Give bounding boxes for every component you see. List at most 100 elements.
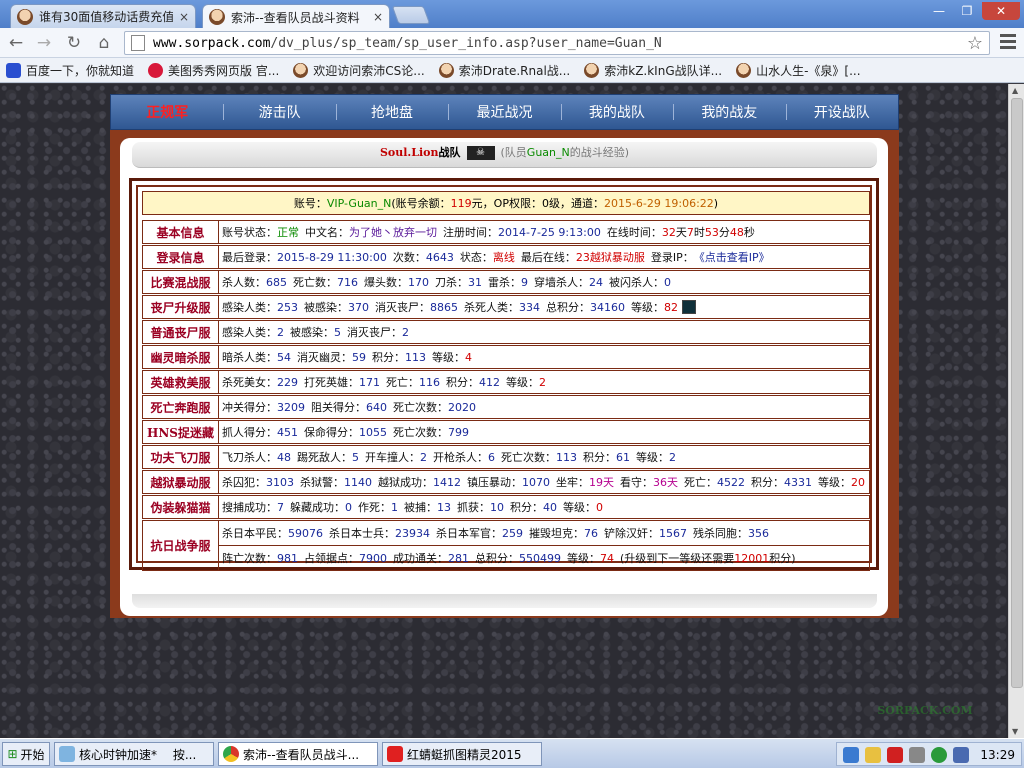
panel-footer	[132, 594, 877, 608]
network-icon[interactable]	[843, 747, 859, 763]
field-label: 杀囚犯：	[222, 476, 266, 489]
volume-icon[interactable]	[909, 747, 925, 763]
sub-post: 的战斗经验)	[569, 146, 630, 159]
field-label: 账号状态：	[222, 226, 277, 239]
clock[interactable]: 13:29	[980, 748, 1015, 762]
nav-territory[interactable]: 抢地盘	[335, 102, 448, 122]
field-label: 死亡次数：	[393, 401, 448, 414]
browser-tab-strip: 谁有30面值移动话费充值卡 × 索沛--查看队员战斗资料 × — ❐ ✕	[0, 0, 1024, 29]
home-icon[interactable]: ⌂	[94, 33, 114, 53]
field-label: 消灭丧尸：	[375, 301, 430, 314]
reload-icon[interactable]: ↻	[64, 33, 84, 53]
online-hours: 7	[686, 225, 694, 239]
row-label: 幽灵暗杀服	[143, 346, 219, 368]
content-panel: Soul.Lion战队 ☠ (队员Guan_N的战斗经验) 账号： VIP-Guan_…	[110, 130, 899, 618]
field-label: 抓获：	[457, 501, 490, 514]
bookmark-label: 美图秀秀网页版 官...	[168, 63, 280, 78]
field-value: 1412	[433, 476, 461, 489]
nav-my-team[interactable]: 我的战队	[560, 102, 673, 122]
maximize-icon[interactable]: ❐	[954, 2, 980, 20]
view-ip-link[interactable]: 《点击查看IP》	[694, 249, 770, 265]
tab-recharge[interactable]: 谁有30面值移动话费充值卡 ×	[10, 4, 196, 28]
unit: 秒	[743, 226, 755, 239]
row-value: 冲关得分： 3209 阻关得分： 640 死亡次数： 2020	[219, 396, 869, 418]
scroll-up-icon[interactable]: ▲	[1012, 86, 1018, 95]
channel-date: 2015-6-29 19:06:22	[603, 196, 714, 210]
url-host: www.sorpack.com	[153, 35, 271, 51]
back-arrow-icon[interactable]: ←	[6, 33, 26, 53]
field-label: 杀人数：	[222, 276, 266, 289]
security-icon[interactable]	[931, 747, 947, 763]
field-value: 334	[519, 301, 540, 314]
new-tab-button[interactable]	[391, 6, 431, 24]
field-value: 550499	[519, 552, 561, 566]
close-icon[interactable]: ×	[179, 10, 189, 24]
field-label: 抓人得分：	[222, 426, 277, 439]
bookmark-item[interactable]: 美图秀秀网页版 官...	[148, 62, 279, 79]
field-label: 阵亡次数：	[222, 552, 277, 566]
ime-icon[interactable]	[953, 747, 969, 763]
nav-guerrilla[interactable]: 游击队	[223, 102, 335, 122]
url-text[interactable]: www.sorpack.com/dv_plus/sp_team/sp_user_…	[153, 36, 662, 51]
bookmark-item[interactable]: 索沛kZ.kInG战队详...	[584, 62, 722, 79]
bookmark-item[interactable]: 欢迎访问索沛CS论...	[293, 62, 425, 79]
field-value: 685	[266, 275, 287, 289]
vertical-scrollbar[interactable]: ▲ ▼	[1008, 84, 1024, 738]
field-label: 最后登录：	[222, 251, 277, 264]
field-value: 2	[402, 325, 409, 339]
jail-time: 19天	[589, 476, 614, 489]
antivirus-icon[interactable]	[887, 747, 903, 763]
taskbar-item-screenshot[interactable]: 红蜻蜓抓图精灵2015	[382, 742, 542, 766]
avatar-icon	[584, 62, 600, 78]
help-icon[interactable]	[865, 747, 881, 763]
unit: 时	[693, 226, 705, 239]
tab-team-profile[interactable]: 索沛--查看队员战斗资料 ×	[202, 4, 390, 29]
start-label: 开始	[20, 747, 45, 762]
field-label: 积分：	[372, 351, 405, 364]
nav-my-friends[interactable]: 我的战友	[673, 102, 785, 122]
avatar-icon	[736, 62, 752, 78]
app-icon	[59, 746, 75, 762]
field-value: 1055	[359, 425, 387, 439]
field-label: 等级：	[631, 301, 664, 314]
minimize-icon[interactable]: —	[926, 2, 952, 20]
field-value: 8865	[430, 301, 458, 314]
nav-recent-battles[interactable]: 最近战况	[448, 102, 560, 122]
start-button[interactable]: ⊞ 开始	[2, 742, 50, 766]
field-value: 23934	[395, 526, 430, 540]
nav-create-team[interactable]: 开设战队	[785, 102, 898, 122]
bookmark-label: 山水人生-《泉》[...	[756, 63, 861, 78]
row-value: 杀死美女：229 打死英雄：171 死亡：116 积分：412 等级： 2	[219, 371, 869, 393]
close-window-icon[interactable]: ✕	[982, 2, 1020, 20]
taskbar-item-clock-tool[interactable]: 核心时钟加速* 按...	[54, 742, 214, 766]
star-bookmark-icon[interactable]: ☆	[967, 33, 983, 54]
row-label: 功夫飞刀服	[143, 446, 219, 468]
field-label: 看守：	[620, 476, 653, 489]
team-header: Soul.Lion战队 ☠ (队员Guan_N的战斗经验)	[132, 142, 877, 168]
bookmark-item[interactable]: 索沛Drate.Rnal战...	[438, 62, 570, 79]
field-value: 10	[490, 501, 504, 514]
field-label: 镇压暴动：	[467, 476, 522, 489]
level-value: 0	[596, 500, 603, 514]
close-icon[interactable]: ×	[373, 10, 383, 24]
field-label: 等级：	[506, 376, 539, 389]
unit: 分	[718, 226, 730, 239]
nav-regular-army[interactable]: 正规军	[111, 102, 223, 122]
bookmark-item[interactable]: 百度一下，你就知道	[6, 62, 134, 79]
field-label: 状态：	[459, 251, 493, 264]
field-value: 34160	[590, 301, 625, 314]
field-label: 保命得分：	[304, 426, 359, 439]
online-minutes: 53	[704, 225, 719, 239]
forward-arrow-icon[interactable]: →	[34, 33, 54, 53]
field-value: 76	[584, 526, 598, 540]
scrollbar-thumb[interactable]	[1011, 98, 1023, 688]
team-name[interactable]: Soul.Lion	[380, 146, 439, 159]
table-row: 普通丧尸服 感染人类： 2 被感染： 5 消灭丧尸： 2	[142, 320, 870, 344]
menu-icon[interactable]	[1000, 34, 1016, 52]
field-value: 59	[352, 351, 366, 364]
taskbar-item-browser[interactable]: 索沛--查看队员战斗...	[218, 742, 378, 766]
bookmark-item[interactable]: 山水人生-《泉》[...	[736, 62, 861, 79]
address-bar[interactable]: www.sorpack.com/dv_plus/sp_team/sp_user_…	[124, 31, 990, 55]
row-label: 死亡奔跑服	[143, 396, 219, 418]
field-label: 铲除汉奸：	[604, 527, 659, 541]
